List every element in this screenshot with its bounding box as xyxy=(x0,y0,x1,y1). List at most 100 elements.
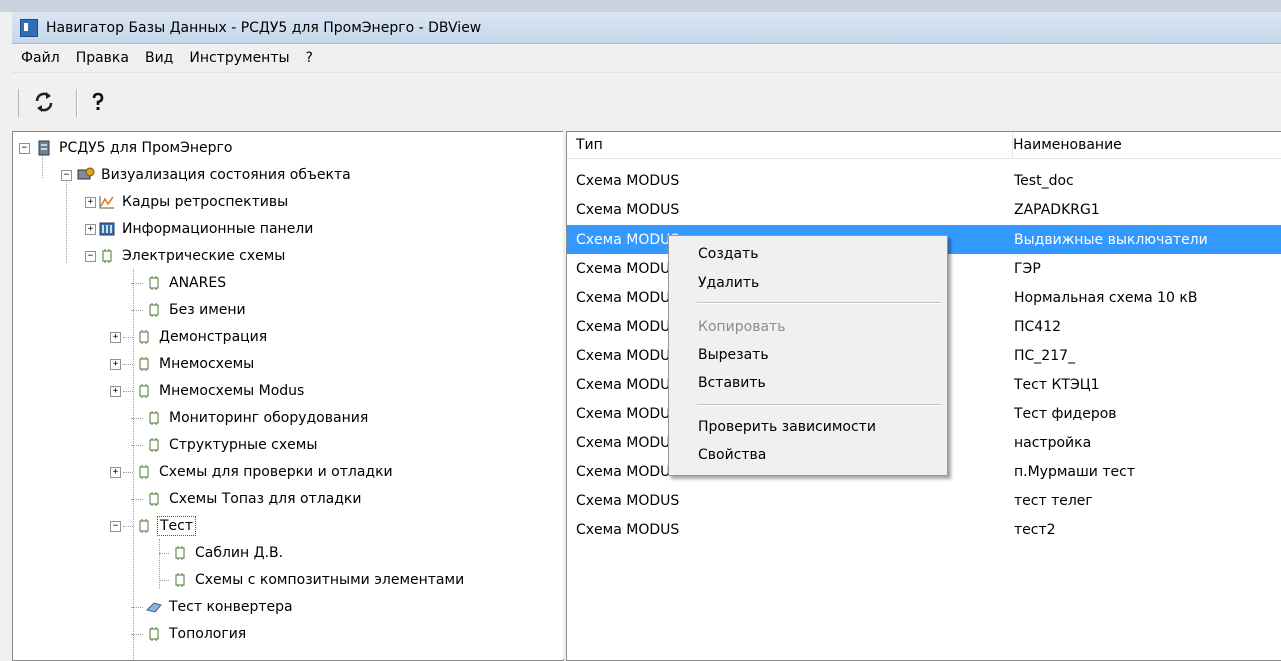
schema-icon xyxy=(145,274,163,292)
tree-node-retrospective[interactable]: + Кадры ретроспективы xyxy=(85,191,290,213)
tree-node-monitoring[interactable]: Мониторинг оборудования xyxy=(131,407,370,429)
tree-node-demo[interactable]: + Демонстрация xyxy=(110,326,269,348)
expand-icon[interactable]: + xyxy=(110,358,121,370)
expand-icon[interactable]: + xyxy=(110,331,121,343)
cell-type: Схема MODUS xyxy=(576,405,680,422)
help-button[interactable] xyxy=(84,88,112,116)
cell-name: п.Мурмаши тест xyxy=(1014,463,1135,480)
database-icon xyxy=(35,139,53,157)
toolbar xyxy=(12,73,1281,129)
cell-type: Схема MODUS xyxy=(576,318,680,335)
cell-type: Схема MODUS xyxy=(576,376,680,393)
menu-item-copy: Копировать xyxy=(698,319,786,335)
tree-line xyxy=(159,552,169,554)
tree-node-mnemoschemes[interactable]: + Мнемосхемы xyxy=(110,353,256,375)
tree-line xyxy=(123,525,133,527)
toolbar-separator xyxy=(76,89,77,117)
menu-item-cut[interactable]: Вырезать xyxy=(698,341,769,369)
cell-type: Схема MODUS xyxy=(576,231,680,248)
schema-icon xyxy=(135,463,153,481)
eraser-icon xyxy=(145,598,163,616)
tree-node-anares[interactable]: ANARES xyxy=(131,272,228,294)
tree-node-sablin[interactable]: Саблин Д.В. xyxy=(159,542,285,564)
cell-type: Схема MODUS xyxy=(576,463,680,480)
collapse-icon[interactable]: − xyxy=(19,142,30,154)
navigator-tree[interactable]: − РСДУ5 для ПромЭнерго − Визуализация со… xyxy=(12,131,564,661)
list-row[interactable]: Схема MODUS ZAPADKRG1 xyxy=(567,195,1281,224)
schema-icon xyxy=(145,625,163,643)
schema-icon xyxy=(171,544,189,562)
tree-node-debug-schemes[interactable]: + Схемы для проверки и отладки xyxy=(110,461,395,483)
cell-type: Схема MODUS xyxy=(576,434,680,451)
tree-node-visualization[interactable]: − Визуализация состояния объекта xyxy=(61,164,353,186)
tree-line xyxy=(66,179,67,263)
monitor-icon xyxy=(77,166,95,184)
schema-icon xyxy=(135,328,153,346)
cell-name: Test_doc xyxy=(1014,172,1074,189)
schema-icon xyxy=(98,247,116,265)
column-header-type[interactable]: Тип xyxy=(567,132,1013,159)
schema-icon xyxy=(145,301,163,319)
schema-icon xyxy=(145,490,163,508)
menu-file[interactable]: Файл xyxy=(14,50,67,66)
collapse-icon[interactable]: − xyxy=(61,169,72,181)
cell-type: Схема MODUS xyxy=(576,521,680,538)
schema-icon xyxy=(135,517,153,535)
menu-item-paste[interactable]: Вставить xyxy=(698,369,766,397)
cell-name: ПС412 xyxy=(1014,318,1062,335)
menu-tools[interactable]: Инструменты xyxy=(182,50,296,66)
cell-name: настройка xyxy=(1014,434,1092,451)
expand-icon[interactable]: + xyxy=(110,385,121,397)
cell-name: Тест КТЭЦ1 xyxy=(1014,376,1100,393)
tree-node-converter[interactable]: Тест конвертера xyxy=(131,596,295,618)
tree-node-root[interactable]: − РСДУ5 для ПромЭнерго xyxy=(19,137,234,159)
tree-node-topaz[interactable]: Схемы Топаз для отладки xyxy=(131,488,363,510)
tree-node-structural[interactable]: Структурные схемы xyxy=(131,434,319,456)
refresh-icon xyxy=(35,92,53,112)
toolbar-grip[interactable] xyxy=(18,89,22,117)
tree-node-mnemoschemes-modus[interactable]: + Мнемосхемы Modus xyxy=(110,380,306,402)
window-title: Навигатор Базы Данных - РСДУ5 для ПромЭн… xyxy=(46,19,482,36)
expand-icon[interactable]: + xyxy=(110,466,121,478)
column-header-name[interactable]: Наименование xyxy=(1013,132,1281,159)
menu-help[interactable]: ? xyxy=(299,50,320,66)
tree-line xyxy=(131,444,143,446)
tree-line xyxy=(123,390,133,392)
tree-node-electrical[interactable]: − Электрические схемы xyxy=(85,245,287,267)
list-row[interactable]: Схема MODUS тест2 xyxy=(567,515,1281,544)
panel-icon xyxy=(98,220,116,238)
tree-line xyxy=(123,471,133,473)
cell-name: тест телег xyxy=(1014,492,1093,509)
menu-item-check-dependencies[interactable]: Проверить зависимости xyxy=(698,413,876,441)
tree-node-topology[interactable]: Топология xyxy=(131,623,248,645)
tree-node-info-panels[interactable]: + Информационные панели xyxy=(85,218,315,240)
tree-node-unnamed[interactable]: Без имени xyxy=(131,299,248,321)
expand-icon[interactable]: + xyxy=(85,196,96,208)
tree-node-test[interactable]: − Тест xyxy=(110,515,197,537)
schema-icon xyxy=(145,436,163,454)
schema-icon xyxy=(145,409,163,427)
expand-icon[interactable]: + xyxy=(85,223,96,235)
menu-edit[interactable]: Правка xyxy=(69,50,136,66)
cell-type: Схема MODUS xyxy=(576,492,680,509)
menu-bar: Файл Правка Вид Инструменты ? xyxy=(12,44,1281,73)
cell-type: Схема MODUS xyxy=(576,289,680,306)
schema-icon xyxy=(135,355,153,373)
cell-name: Нормальная схема 10 кВ xyxy=(1014,289,1198,306)
cell-name: Выдвижные выключатели xyxy=(1014,231,1208,248)
cell-name: ГЭР xyxy=(1014,260,1041,277)
list-row[interactable]: Схема MODUS Test_doc xyxy=(567,166,1281,195)
tree-line xyxy=(131,633,143,635)
menu-view[interactable]: Вид xyxy=(138,50,180,66)
collapse-icon[interactable]: − xyxy=(85,250,96,262)
app-icon xyxy=(20,18,38,37)
help-icon xyxy=(92,92,104,110)
menu-item-properties[interactable]: Свойства xyxy=(698,441,766,469)
menu-item-delete[interactable]: Удалить xyxy=(698,269,759,297)
refresh-button[interactable] xyxy=(30,88,58,116)
list-row[interactable]: Схема MODUS тест телег xyxy=(567,486,1281,515)
collapse-icon[interactable]: − xyxy=(110,520,121,532)
cell-type: Схема MODUS xyxy=(576,347,680,364)
menu-item-create[interactable]: Создать xyxy=(698,240,758,268)
tree-node-composite[interactable]: Схемы с композитными элементами xyxy=(159,569,466,591)
